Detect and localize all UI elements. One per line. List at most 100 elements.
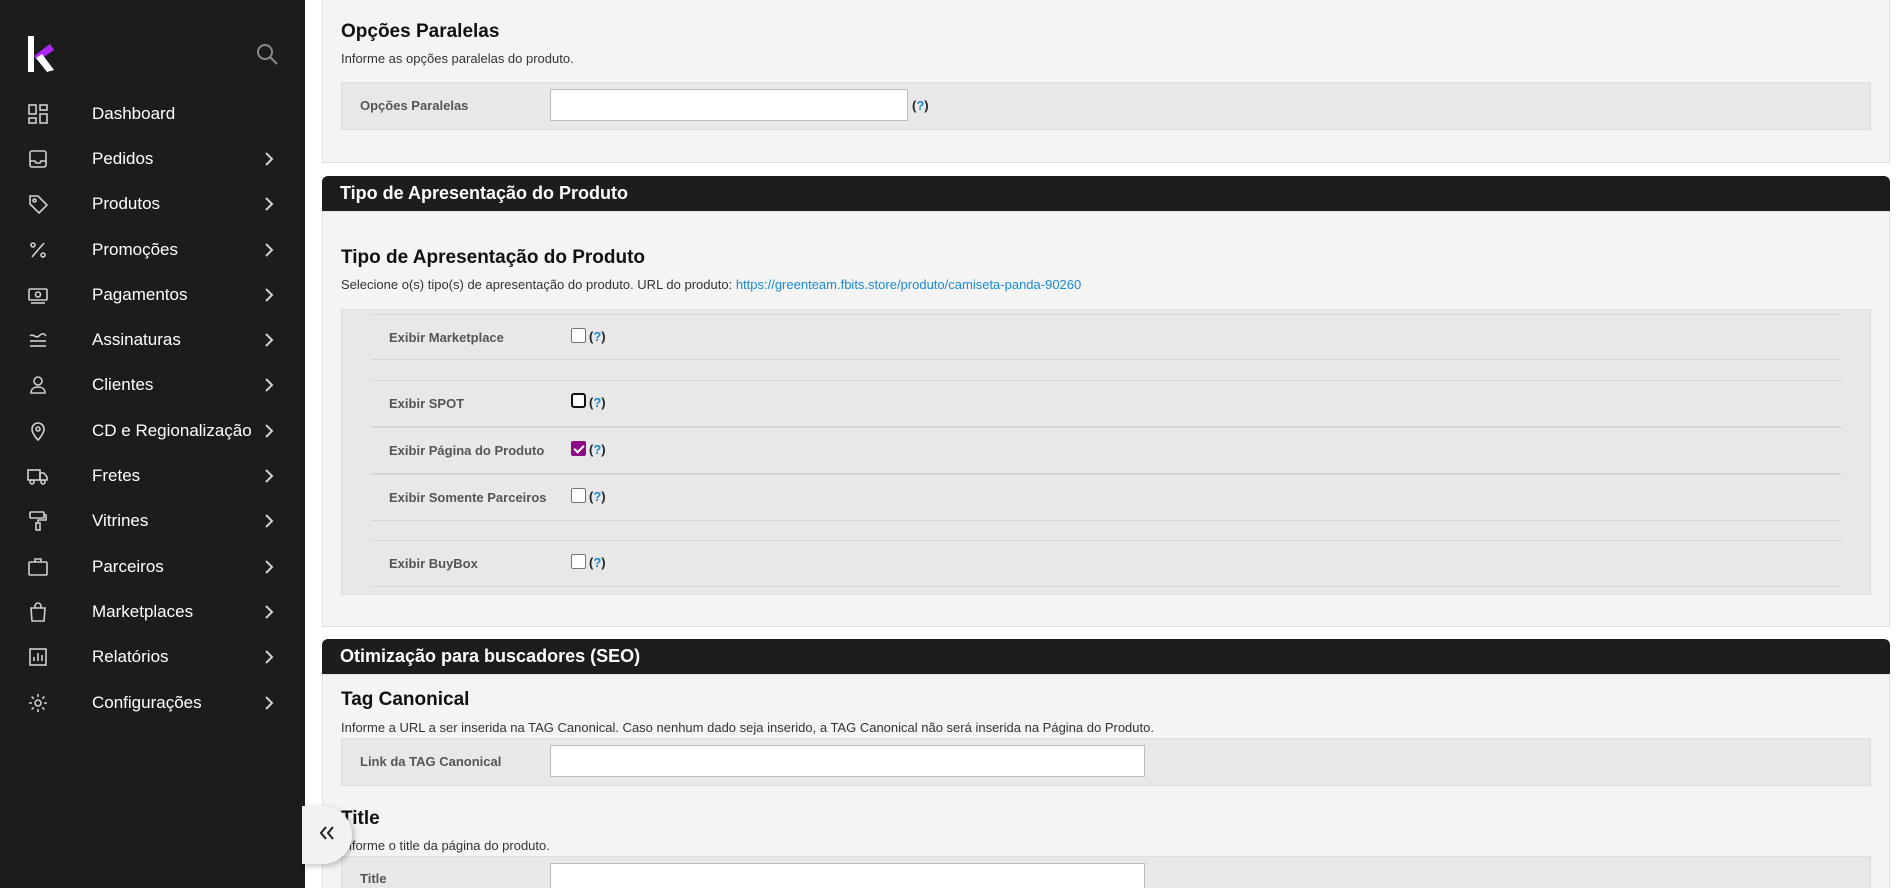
sidebar: Dashboard Pedidos Produtos Promoções Pag…: [0, 0, 305, 888]
title-input[interactable]: [550, 863, 1145, 888]
parallel-options-help[interactable]: (?): [912, 98, 929, 113]
canonical-title: Tag Canonical: [341, 689, 470, 710]
tag-icon: [27, 193, 49, 215]
sidebar-item-assinaturas[interactable]: Assinaturas: [0, 317, 305, 362]
help-close-paren: ): [601, 555, 606, 570]
app-root: Dashboard Pedidos Produtos Promoções Pag…: [0, 0, 1903, 888]
waves-icon: [27, 329, 49, 351]
option-row-buybox: Exibir BuyBox (?): [371, 540, 1841, 587]
option-help-somente-parceiros[interactable]: (?): [589, 489, 606, 504]
option-label: Exibir Somente Parceiros: [389, 490, 547, 505]
option-label: Exibir BuyBox: [389, 556, 478, 571]
sidebar-item-label: Fretes: [92, 466, 141, 486]
chevron-right-icon: [262, 469, 276, 483]
title-field-description: Informe o title da página do produto.: [341, 838, 550, 853]
sidebar-item-label: Promoções: [92, 239, 178, 259]
help-close-paren: ): [924, 98, 929, 113]
chevron-right-icon: [262, 650, 276, 664]
sidebar-item-fretes[interactable]: Fretes: [0, 453, 305, 498]
option-checkbox-spot[interactable]: [571, 393, 586, 408]
canonical-row: Link da TAG Canonical: [341, 738, 1871, 786]
chevron-right-icon: [262, 152, 276, 166]
presentation-description-text: Selecione o(s) tipo(s) de apresentação d…: [341, 277, 736, 292]
brand-logo[interactable]: [28, 36, 54, 72]
sidebar-item-label: Pagamentos: [92, 284, 188, 304]
sidebar-item-dashboard[interactable]: Dashboard: [0, 91, 305, 136]
chevron-right-icon: [262, 288, 276, 302]
title-label: Title: [360, 871, 387, 886]
parallel-options-input[interactable]: [550, 89, 908, 121]
sidebar-item-vitrines[interactable]: Vitrines: [0, 499, 305, 544]
option-checkbox-marketplace[interactable]: [571, 328, 586, 343]
option-row-spot: Exibir SPOT (?): [371, 380, 1841, 427]
double-chevron-left-icon: [319, 825, 335, 845]
sidebar-item-parceiros[interactable]: Parceiros: [0, 544, 305, 589]
chevron-right-icon: [262, 378, 276, 393]
option-help-marketplace[interactable]: (?): [589, 329, 606, 344]
canonical-label: Link da TAG Canonical: [360, 754, 502, 769]
sidebar-item-marketplaces[interactable]: Marketplaces: [0, 589, 305, 634]
user-icon: [27, 374, 49, 396]
sidebar-item-label: Vitrines: [92, 511, 149, 531]
dashboard-icon: [27, 103, 49, 125]
sidebar-item-relatorios[interactable]: Relatórios: [0, 635, 305, 680]
sidebar-item-promocoes[interactable]: Promoções: [0, 227, 305, 272]
sidebar-item-label: Dashboard: [92, 103, 176, 123]
inbox-icon: [27, 148, 49, 170]
product-url-link[interactable]: https://greenteam.fbits.store/produto/ca…: [736, 277, 1081, 292]
sidebar-nav: Dashboard Pedidos Produtos Promoções Pag…: [0, 91, 305, 725]
sidebar-item-label: Relatórios: [92, 647, 169, 667]
paint-roller-icon: [27, 510, 49, 532]
option-label: Exibir SPOT: [389, 396, 465, 411]
canonical-input[interactable]: [550, 745, 1145, 777]
chevron-right-icon: [262, 333, 276, 347]
truck-icon: [27, 465, 49, 487]
shopping-bag-icon: [27, 601, 49, 623]
location-pin-icon: [27, 420, 49, 442]
presentation-panel-header: Tipo de Apresentação do Produto: [322, 176, 1890, 211]
main-content: Opções Paralelas Informe as opções paral…: [305, 0, 1903, 888]
option-row-marketplace: Exibir Marketplace (?): [371, 314, 1841, 360]
sidebar-item-label: Produtos: [92, 194, 161, 214]
seo-panel-header: Otimização para buscadores (SEO): [322, 639, 1890, 674]
option-row-somente-parceiros: Exibir Somente Parceiros (?): [371, 474, 1841, 521]
sidebar-item-label: Configurações: [92, 692, 202, 712]
sidebar-item-label: CD e Regionalização: [92, 420, 252, 440]
help-close-paren: ): [601, 329, 606, 344]
sidebar-item-produtos[interactable]: Produtos: [0, 182, 305, 227]
option-checkbox-pagina-produto[interactable]: [571, 441, 586, 456]
sidebar-item-label: Marketplaces: [92, 601, 194, 621]
sidebar-item-pedidos[interactable]: Pedidos: [0, 136, 305, 181]
sidebar-item-configuracoes[interactable]: Configurações: [0, 680, 305, 725]
briefcase-icon: [27, 556, 49, 578]
option-help-pagina-produto[interactable]: (?): [589, 442, 606, 457]
sidebar-item-cd-regionalizacao[interactable]: CD e Regionalização: [0, 408, 305, 453]
option-row-pagina-produto: Exibir Página do Produto (?): [371, 427, 1841, 474]
sidebar-item-label: Pedidos: [92, 148, 154, 168]
presentation-title: Tipo de Apresentação do Produto: [341, 247, 646, 268]
option-label: Exibir Página do Produto: [389, 443, 545, 458]
parallel-options-row: Opções Paralelas (?): [341, 82, 1871, 130]
chevron-right-icon: [262, 514, 276, 529]
option-help-spot[interactable]: (?): [589, 395, 606, 410]
chevron-right-icon: [262, 695, 276, 710]
presentation-description: Selecione o(s) tipo(s) de apresentação d…: [341, 277, 1081, 292]
option-help-buybox[interactable]: (?): [589, 555, 606, 570]
sidebar-item-pagamentos[interactable]: Pagamentos: [0, 272, 305, 317]
chevron-right-icon: [262, 559, 276, 574]
option-checkbox-buybox[interactable]: [571, 554, 586, 569]
search-icon[interactable]: [255, 42, 279, 66]
chevron-right-icon: [262, 605, 276, 619]
help-close-paren: ): [601, 395, 606, 410]
sidebar-item-label: Parceiros: [92, 556, 164, 576]
canonical-description: Informe a URL a ser inserida na TAG Cano…: [341, 720, 1154, 735]
parallel-options-label: Opções Paralelas: [360, 98, 469, 113]
chevron-right-icon: [262, 242, 276, 257]
cash-icon: [27, 284, 49, 306]
percent-icon: [27, 239, 49, 261]
sidebar-item-clientes[interactable]: Clientes: [0, 363, 305, 408]
sidebar-item-label: Clientes: [92, 375, 154, 395]
option-checkbox-somente-parceiros[interactable]: [571, 488, 586, 503]
option-label: Exibir Marketplace: [389, 330, 504, 345]
help-close-paren: ): [601, 489, 606, 504]
